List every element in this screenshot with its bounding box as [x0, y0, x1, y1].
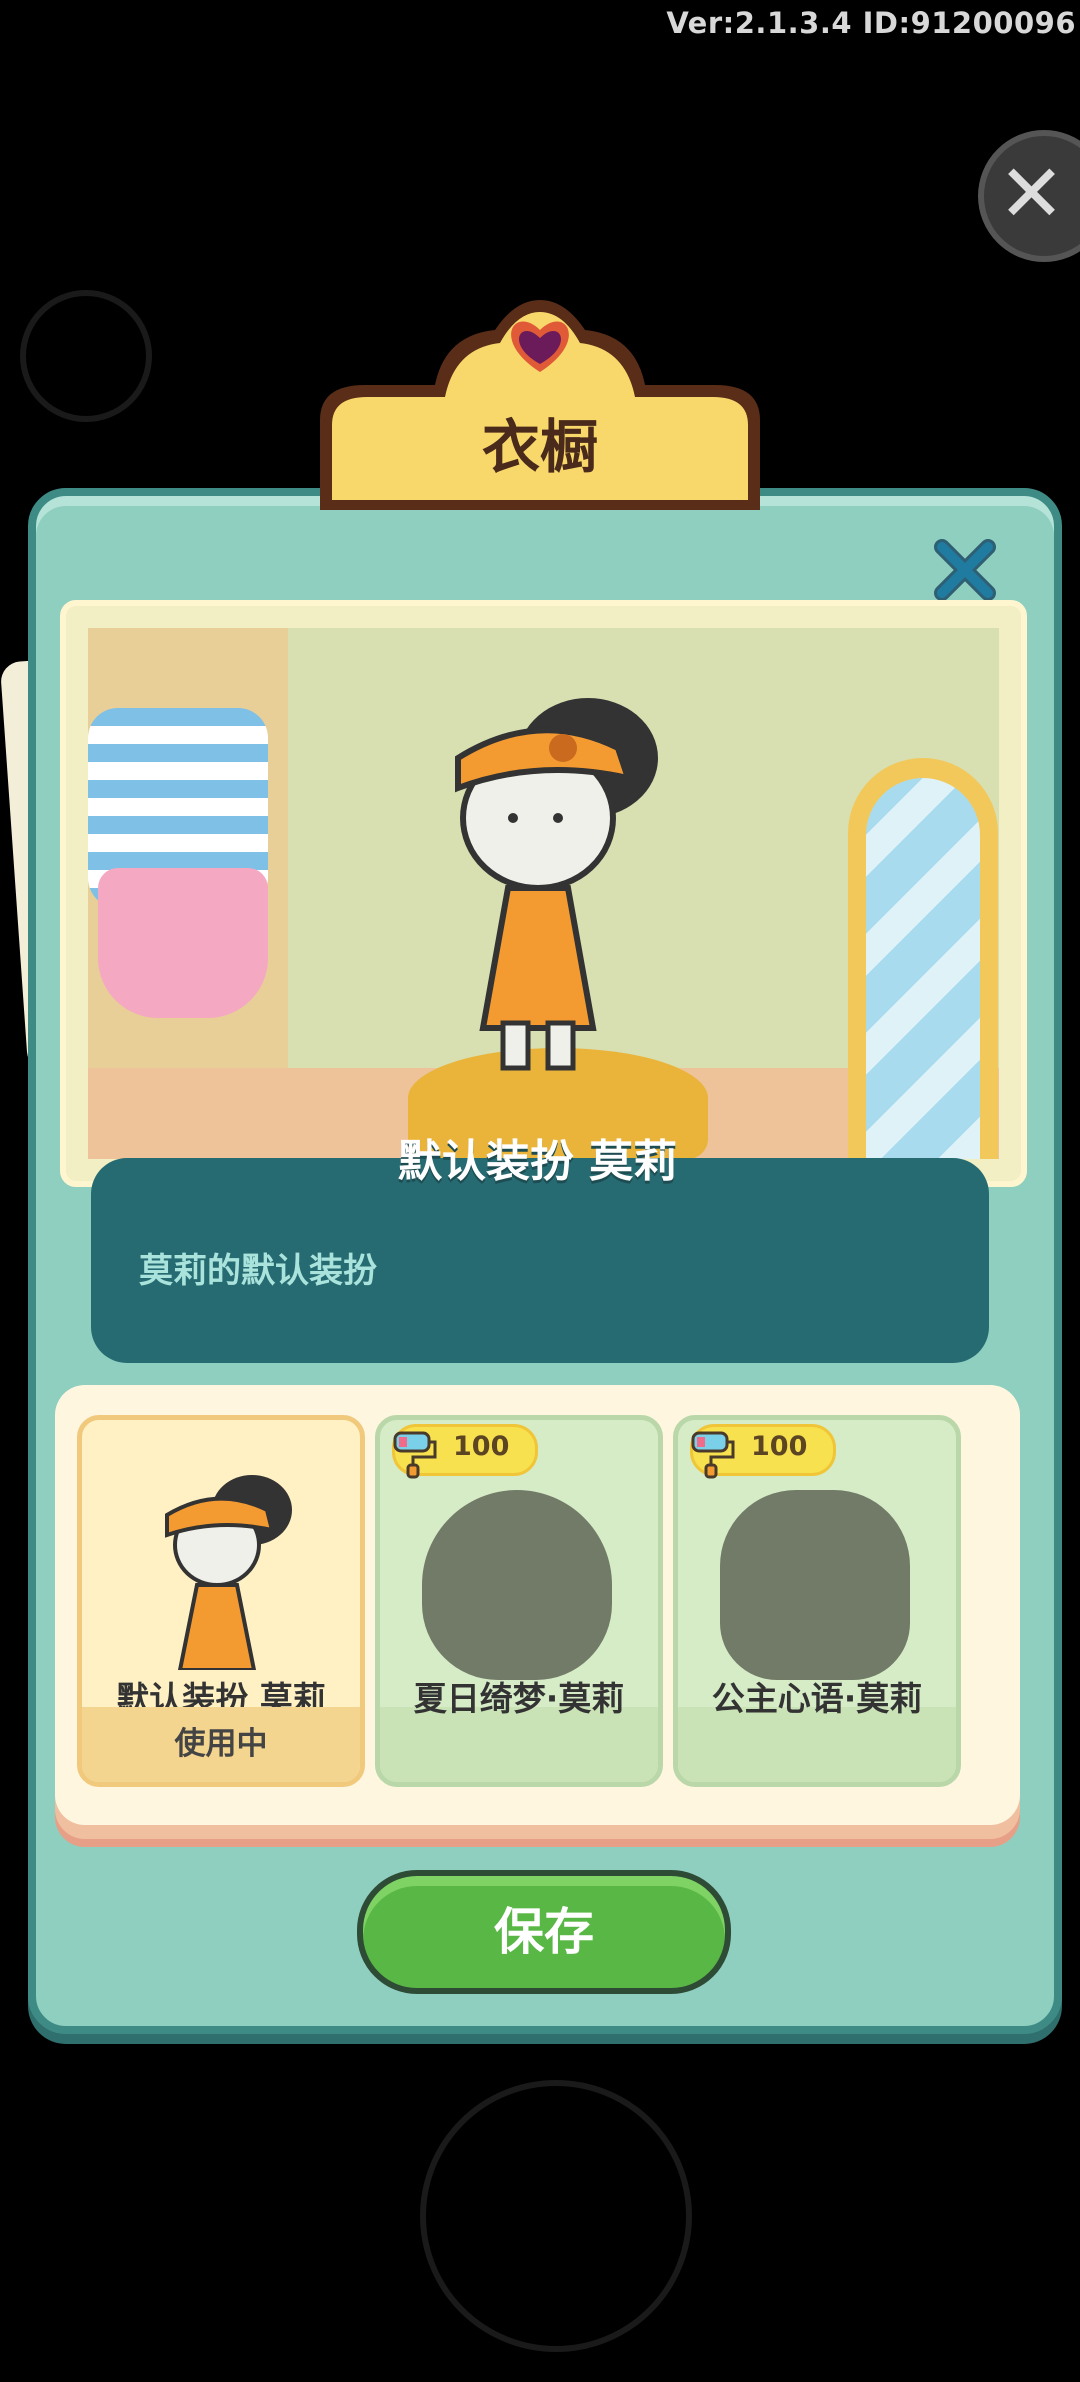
- price-tag: 100: [690, 1424, 836, 1479]
- save-button-label: 保存: [494, 1903, 594, 1961]
- locked-silhouette: [422, 1490, 612, 1680]
- outfit-name: 夏日绮梦·莫莉: [413, 1679, 625, 1718]
- outfit-list: 默认装扮 莫莉 使用中 100 夏日绮梦·莫莉 100 公主心语·莫莉: [55, 1385, 1020, 1825]
- dialog-close-button[interactable]: [930, 535, 1000, 605]
- dialog-title: 衣橱: [481, 413, 598, 481]
- in-use-badge: 使用中: [82, 1707, 360, 1782]
- locked-silhouette: [720, 1490, 910, 1680]
- character-thumbnail: [165, 1475, 292, 1670]
- mirror-decor: [848, 758, 998, 1159]
- save-button[interactable]: 保存: [357, 1870, 731, 1994]
- price-value: 100: [453, 1431, 510, 1462]
- close-icon: [934, 539, 996, 601]
- outfit-preview: [60, 600, 1027, 1187]
- background-ghost-ring: [20, 290, 152, 422]
- outfit-card-summer[interactable]: 100 夏日绮梦·莫莉: [375, 1415, 663, 1787]
- price-tag: 100: [392, 1424, 538, 1479]
- outfit-card-default[interactable]: 默认装扮 莫莉 使用中: [77, 1415, 365, 1787]
- pink-dress-decor: [98, 868, 268, 1018]
- outfit-name: 公主心语·莫莉: [711, 1679, 923, 1718]
- price-value: 100: [751, 1431, 808, 1462]
- character-preview: [455, 698, 658, 1071]
- outfit-title: 默认装扮 莫莉: [397, 1136, 678, 1187]
- background-ghost-ring: [420, 2080, 692, 2352]
- title-banner: 衣橱: [305, 300, 775, 525]
- outfit-description: 莫莉的默认装扮: [139, 1251, 377, 1291]
- version-label: Ver:2.1.3.4 ID:91200096: [666, 6, 1076, 40]
- paint-roller-icon: [393, 1431, 437, 1479]
- close-icon: ✕: [998, 147, 1066, 240]
- outer-close-button[interactable]: ✕: [978, 130, 1080, 262]
- outfit-card-princess[interactable]: 100 公主心语·莫莉: [673, 1415, 961, 1787]
- paint-roller-icon: [691, 1431, 735, 1479]
